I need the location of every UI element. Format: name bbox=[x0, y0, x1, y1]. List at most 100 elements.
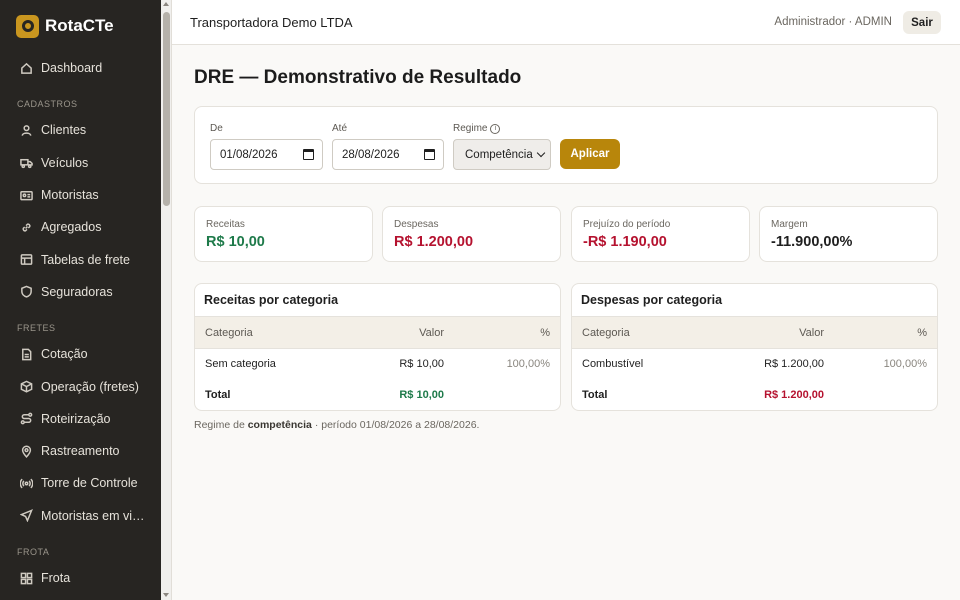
home-icon bbox=[19, 61, 33, 75]
sidebar: RotaCTe Dashboard CADASTROS Clientes Veí… bbox=[0, 0, 161, 600]
page-title: DRE — Demonstrativo de Resultado bbox=[194, 67, 522, 88]
sidebar-section-title: FROTA bbox=[17, 546, 50, 557]
document-icon bbox=[19, 347, 33, 361]
sidebar-item-label: Rastreamento bbox=[41, 444, 120, 459]
kpi-label: Receitas bbox=[206, 219, 245, 230]
sidebar-item-seguradoras[interactable]: Seguradoras bbox=[0, 276, 161, 308]
brand-logo-icon bbox=[16, 14, 39, 38]
sidebar-item-operacao[interactable]: Operação (fretes) bbox=[0, 370, 161, 402]
id-card-icon bbox=[19, 188, 33, 202]
table-row: Combustível R$ 1.200,00 100,00% bbox=[572, 349, 937, 380]
from-date-label: De bbox=[210, 123, 223, 134]
row-value: R$ 1.200,00 bbox=[764, 358, 824, 370]
to-date-input[interactable]: 28/08/2026 bbox=[332, 139, 444, 170]
to-date-label: Até bbox=[332, 123, 348, 134]
regime-label-text: Regime bbox=[453, 123, 488, 134]
sidebar-item-torre-de-controle[interactable]: Torre de Controle bbox=[0, 467, 161, 499]
column-header-category: Categoria bbox=[582, 327, 630, 339]
kpi-value: -11.900,00% bbox=[771, 234, 853, 250]
sidebar-item-label: Tabelas de frete bbox=[41, 252, 130, 267]
table-header: Categoria Valor % bbox=[195, 316, 560, 349]
kpi-value: -R$ 1.190,00 bbox=[583, 234, 667, 250]
period-footnote: Regime de competência · período 01/08/20… bbox=[194, 419, 479, 431]
kpi-card-prejuizo: Prejuízo do período -R$ 1.190,00 bbox=[571, 206, 750, 262]
table-header: Categoria Valor % bbox=[572, 316, 937, 349]
row-percent: 100,00% bbox=[506, 358, 550, 370]
sidebar-item-label: Operação (fretes) bbox=[41, 379, 139, 394]
map-pin-icon bbox=[19, 444, 33, 458]
truck-icon bbox=[19, 156, 33, 170]
sidebar-scrollbar[interactable] bbox=[161, 0, 172, 600]
sidebar-item-label: Frota bbox=[41, 571, 71, 585]
total-label: Total bbox=[582, 389, 608, 401]
kpi-label: Margem bbox=[771, 219, 808, 230]
table-row: Sem categoria R$ 10,00 100,00% bbox=[195, 349, 560, 380]
to-date-value: 28/08/2026 bbox=[342, 148, 400, 161]
sidebar-item-label: Motoristas bbox=[41, 188, 99, 203]
sidebar-item-label: Roteirização bbox=[41, 411, 111, 426]
column-header-percent: % bbox=[540, 327, 550, 339]
sidebar-item-roteirizacao[interactable]: Roteirização bbox=[0, 403, 161, 435]
info-icon[interactable]: i bbox=[490, 123, 501, 134]
sidebar-item-label: Veículos bbox=[41, 155, 89, 170]
sidebar-item-clientes[interactable]: Clientes bbox=[0, 114, 161, 146]
sidebar-item-dashboard[interactable]: Dashboard bbox=[0, 52, 161, 84]
sidebar-item-agregados[interactable]: Agregados bbox=[0, 211, 161, 243]
package-icon bbox=[19, 380, 33, 394]
kpi-value: R$ 10,00 bbox=[206, 234, 265, 250]
kpi-label: Despesas bbox=[394, 219, 439, 230]
scroll-down-arrow-icon[interactable] bbox=[163, 593, 169, 597]
scrollbar-thumb[interactable] bbox=[163, 12, 170, 206]
scroll-up-arrow-icon[interactable] bbox=[163, 2, 169, 6]
sidebar-item-label: Seguradoras bbox=[41, 284, 113, 299]
row-category: Combustível bbox=[582, 358, 644, 370]
shield-icon bbox=[19, 285, 33, 299]
kpi-value: R$ 1.200,00 bbox=[394, 234, 474, 250]
table-total-row: Total R$ 10,00 bbox=[195, 380, 560, 410]
footnote-suffix: · período 01/08/2026 a 28/08/2026. bbox=[311, 419, 480, 431]
sidebar-item-frota[interactable]: Frota bbox=[0, 562, 161, 594]
kpi-card-receitas: Receitas R$ 10,00 bbox=[194, 206, 373, 262]
kpi-card-despesas: Despesas R$ 1.200,00 bbox=[382, 206, 561, 262]
kpi-label: Prejuízo do período bbox=[583, 219, 671, 230]
row-percent: 100,00% bbox=[883, 358, 927, 370]
sidebar-item-label: Agregados bbox=[41, 220, 102, 235]
calendar-icon[interactable] bbox=[303, 149, 314, 160]
sidebar-item-label: Motoristas em viag... bbox=[41, 508, 151, 523]
panel-title: Receitas por categoria bbox=[204, 293, 339, 307]
sidebar-item-motoristas-em-viagem[interactable]: Motoristas em viag... bbox=[0, 500, 161, 532]
sidebar-item-tabelas-de-frete[interactable]: Tabelas de frete bbox=[0, 243, 161, 275]
route-icon bbox=[19, 412, 33, 426]
logout-button[interactable]: Sair bbox=[903, 11, 941, 34]
brand-name: RotaCTe bbox=[45, 16, 114, 35]
total-label: Total bbox=[205, 389, 231, 401]
sidebar-item-motoristas[interactable]: Motoristas bbox=[0, 179, 161, 211]
column-header-value: Valor bbox=[799, 327, 824, 339]
sidebar-section-title: CADASTROS bbox=[17, 99, 78, 110]
footnote-regime: competência bbox=[247, 419, 312, 431]
user-icon bbox=[19, 123, 33, 137]
chevron-down-icon bbox=[536, 148, 546, 158]
user-info: Administrador · ADMIN bbox=[774, 16, 892, 28]
sidebar-item-rastreamento[interactable]: Rastreamento bbox=[0, 435, 161, 467]
column-header-category: Categoria bbox=[205, 327, 253, 339]
sidebar-section-title: FRETES bbox=[17, 323, 56, 334]
column-header-value: Valor bbox=[419, 327, 444, 339]
revenue-by-category-panel: Receitas por categoria Categoria Valor %… bbox=[194, 283, 561, 411]
brand[interactable]: RotaCTe bbox=[0, 0, 161, 52]
total-value: R$ 10,00 bbox=[399, 389, 444, 401]
calendar-icon[interactable] bbox=[424, 149, 435, 160]
regime-select-value: Competência bbox=[465, 148, 533, 161]
total-value: R$ 1.200,00 bbox=[764, 389, 824, 401]
broadcast-icon bbox=[19, 476, 33, 490]
sidebar-item-veiculos[interactable]: Veículos bbox=[0, 147, 161, 179]
sidebar-item-cotacao[interactable]: Cotação bbox=[0, 338, 161, 370]
from-date-input[interactable]: 01/08/2026 bbox=[210, 139, 323, 170]
sidebar-item-label: Torre de Controle bbox=[41, 476, 138, 491]
apply-button[interactable]: Aplicar bbox=[560, 139, 620, 169]
sidebar-item-label: Clientes bbox=[41, 123, 87, 138]
link-icon bbox=[19, 220, 33, 234]
regime-select[interactable]: Competência bbox=[453, 139, 551, 170]
column-header-percent: % bbox=[917, 327, 927, 339]
send-icon bbox=[19, 509, 33, 523]
